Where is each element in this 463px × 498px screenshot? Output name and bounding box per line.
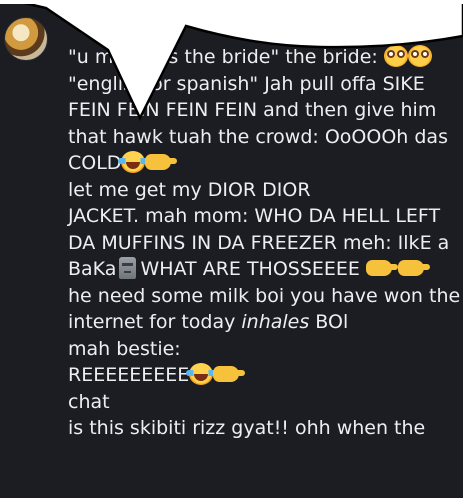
pointing-right-icon <box>397 260 430 276</box>
message-line: BaKa WHAT ARE THOSSEEEE <box>68 256 460 283</box>
moai-icon <box>119 257 137 279</box>
message-line: mah bestie: <box>68 337 181 360</box>
user-avatar[interactable] <box>4 17 48 61</box>
tears-of-joy-icon <box>186 363 217 385</box>
message-line: he need some milk boi you have won the <box>68 284 461 307</box>
message-line: FEIN FEIN FEIN FEIN and then give him <box>68 99 437 121</box>
message-line: "english or spanish" Jah pull offa SIKE <box>68 72 425 95</box>
pointing-right-icon <box>145 154 178 170</box>
message-line: chat <box>68 390 110 413</box>
message-line: that hawk tuah the crowd: OoOOOh das <box>68 125 448 148</box>
pointing-right-icon <box>365 260 398 276</box>
message-line: JACKET. mah mom: WHO DA HELL LEFT <box>68 205 441 227</box>
message-line: COLD <box>68 150 460 177</box>
message-line: internet for today inhales BOl <box>68 311 349 333</box>
message-content: "u may kiss the bride" the bride: "engli… <box>68 44 460 442</box>
pointing-right-icon <box>213 366 246 382</box>
message-line: REEEEEEEEE <box>68 362 460 389</box>
flushed-face-icon <box>407 45 432 67</box>
flushed-face-icon <box>383 45 408 67</box>
message-line: is this skibiti rizz gyat!! ohh when the <box>68 417 426 439</box>
message-line: "u may kiss the bride" the bride: <box>68 44 460 71</box>
message-line: DA MUFFINS IN DA FREEZER meh: IlkE a <box>68 231 450 254</box>
tears-of-joy-icon <box>118 151 149 173</box>
message-line: let me get my DIOR DIOR <box>68 178 311 201</box>
chat-view: "u may kiss the bride" the bride: "engli… <box>0 0 463 498</box>
